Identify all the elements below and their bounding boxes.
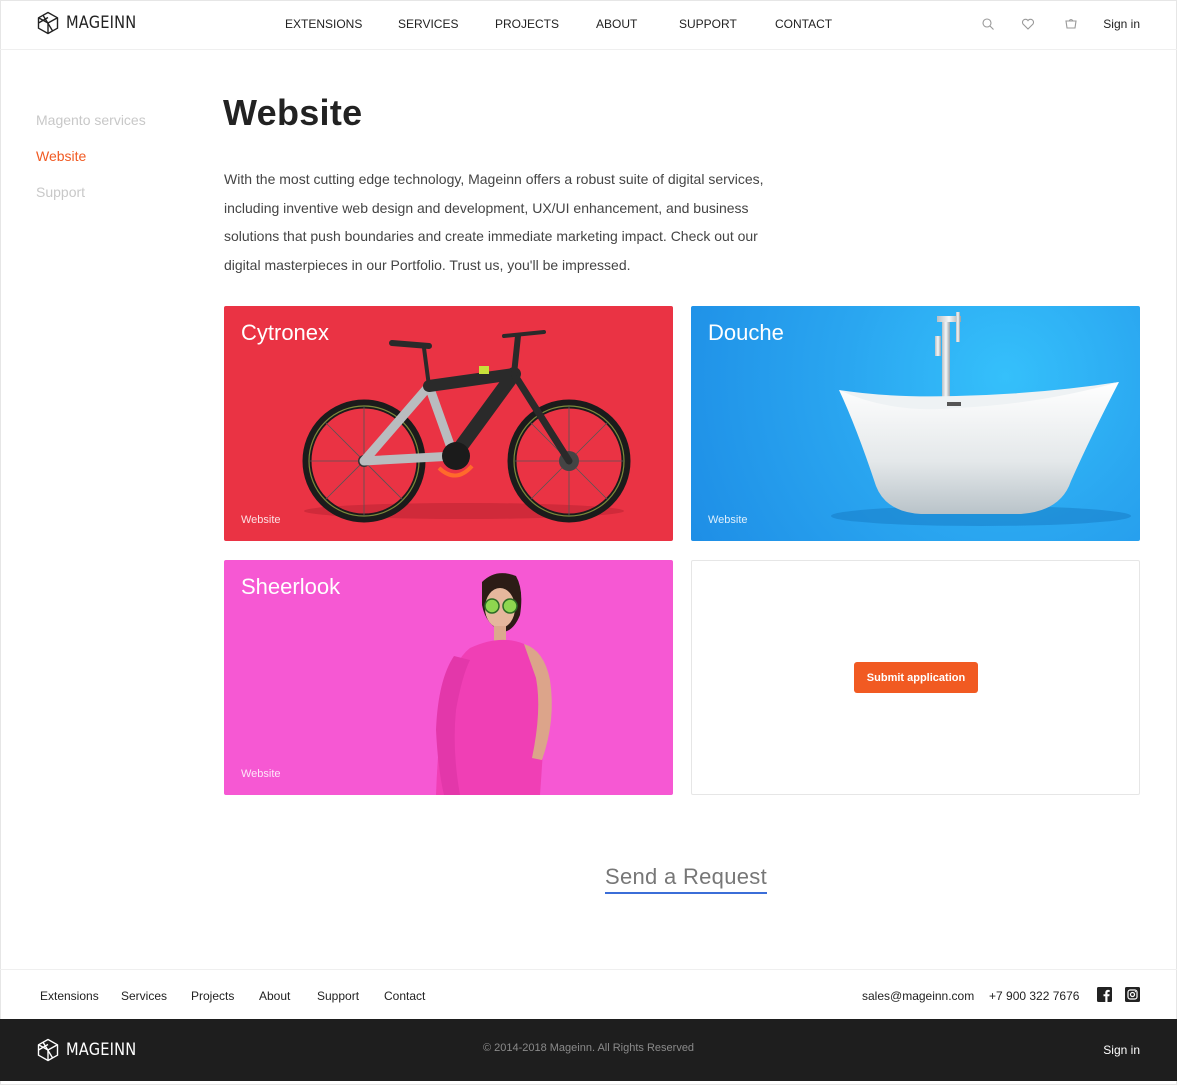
footer-sign-in-link[interactable]: Sign in xyxy=(1103,1043,1140,1057)
intro-text: With the most cutting edge technology, M… xyxy=(224,171,764,273)
footer-links-bar: Extensions Services Projects About Suppo… xyxy=(0,969,1177,1019)
footer-link-support[interactable]: Support xyxy=(317,989,359,1003)
submit-application-card: Submit application xyxy=(691,560,1140,795)
submit-application-button[interactable]: Submit application xyxy=(854,662,978,693)
footer-link-extensions[interactable]: Extensions xyxy=(40,989,99,1003)
card-tag: Website xyxy=(708,514,748,526)
facebook-icon[interactable] xyxy=(1097,987,1112,1002)
cart-icon[interactable] xyxy=(1064,17,1078,31)
page-frame xyxy=(0,0,1177,1085)
card-title: Cytronex xyxy=(241,320,330,345)
sidebar-item-magento-services[interactable]: Magento services xyxy=(36,111,146,147)
footer-phone[interactable]: +7 900 322 7676 xyxy=(989,989,1079,1003)
send-request-link[interactable]: Send a Request xyxy=(605,864,767,894)
project-card-cytronex[interactable]: Cytronex Website xyxy=(224,306,673,541)
copyright-text: © 2014-2018 Mageinn. All Rights Reserved xyxy=(482,1042,695,1054)
card-title: Douche xyxy=(708,320,784,345)
project-card-sheerlook[interactable]: Sheerlook Website xyxy=(224,560,673,795)
card-title: Sheerlook xyxy=(241,574,341,599)
main-nav: EXTENSIONS SERVICES PROJECTS ABOUT SUPPO… xyxy=(0,17,1177,33)
card-tag: Website xyxy=(241,768,281,780)
page-title: Website xyxy=(223,92,363,133)
nav-item-extensions[interactable]: EXTENSIONS xyxy=(285,17,362,31)
site-header: MAGEINN EXTENSIONS SERVICES PROJECTS ABO… xyxy=(0,0,1177,50)
footer-link-projects[interactable]: Projects xyxy=(191,989,234,1003)
sidebar-item-support[interactable]: Support xyxy=(36,183,146,219)
footer-email[interactable]: sales@mageinn.com xyxy=(862,989,974,1003)
search-icon[interactable] xyxy=(981,17,995,31)
footer-link-about[interactable]: About xyxy=(259,989,290,1003)
footer-link-contact[interactable]: Contact xyxy=(384,989,425,1003)
nav-item-support[interactable]: SUPPORT xyxy=(679,17,737,31)
sidebar: Magento services Website Support xyxy=(36,111,146,219)
sidebar-item-website[interactable]: Website xyxy=(36,147,146,183)
sign-in-link[interactable]: Sign in xyxy=(1103,17,1140,31)
nav-item-projects[interactable]: PROJECTS xyxy=(495,17,559,31)
footer-link-services[interactable]: Services xyxy=(121,989,167,1003)
nav-item-services[interactable]: SERVICES xyxy=(398,17,458,31)
project-card-douche[interactable]: Douche Website xyxy=(691,306,1140,541)
nav-item-contact[interactable]: CONTACT xyxy=(775,17,832,31)
nav-item-about[interactable]: ABOUT xyxy=(596,17,637,31)
card-tag: Website xyxy=(241,514,281,526)
heart-icon[interactable] xyxy=(1021,17,1035,31)
bottom-footer: MAGEINN © 2014-2018 Mageinn. All Rights … xyxy=(0,1019,1177,1081)
instagram-icon[interactable] xyxy=(1125,987,1140,1002)
